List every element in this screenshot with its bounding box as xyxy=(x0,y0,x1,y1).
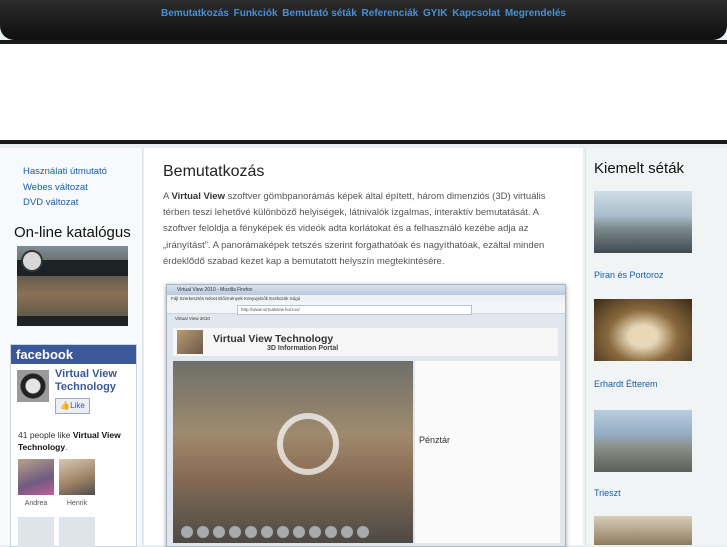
featured-walk-thumbnail[interactable] xyxy=(594,299,692,361)
facebook-like-box: facebook Virtual View Technology 👍Like 4… xyxy=(10,344,137,547)
screenshot-side-panel: Pénztár xyxy=(415,361,560,543)
panorama-controls xyxy=(181,525,406,539)
featured-walk-link[interactable]: Trieszt xyxy=(594,488,621,498)
catalog-image[interactable] xyxy=(17,246,128,326)
fan-avatar-placeholder[interactable] xyxy=(59,517,95,547)
featured-walk-link[interactable]: Piran és Portoroz xyxy=(594,270,664,280)
screenshot-window-title: Virtual View 2010 - Mozilla Firefox xyxy=(167,285,565,295)
nav-item-funkciok[interactable]: Funkciók xyxy=(234,8,278,19)
facebook-like-button[interactable]: 👍Like xyxy=(55,398,90,414)
screenshot-brand-title: Virtual View Technology xyxy=(213,333,334,345)
facebook-page-name[interactable]: Virtual View Technology xyxy=(55,368,133,394)
facebook-like-count: 41 people like Virtual View Technology. xyxy=(18,429,133,453)
screenshot-panorama xyxy=(173,361,413,543)
fan-name[interactable]: Andrea xyxy=(16,500,56,507)
catalog-title: On-line katalógus xyxy=(14,224,131,241)
intro-brand: Virtual View xyxy=(171,191,225,202)
fan-avatar[interactable] xyxy=(18,459,54,495)
screenshot-brand-sub: 3D Information Portal xyxy=(267,345,339,352)
catalog-logo-icon xyxy=(21,250,43,272)
like-label: Like xyxy=(70,401,85,410)
facebook-logo[interactable]: facebook xyxy=(11,345,136,364)
nav-item-bemutatkozas[interactable]: Bemutatkozás xyxy=(161,8,229,19)
like-count-suffix: . xyxy=(65,442,68,452)
left-sidebar: Használati útmutató Webes változat DVD v… xyxy=(0,148,143,547)
link-web-version[interactable]: Webes változat xyxy=(23,180,107,196)
nav-item-gyik[interactable]: GYIK xyxy=(423,8,447,19)
fan-avatar-placeholder[interactable] xyxy=(18,517,54,547)
screenshot-menu: Fájl Szerkesztés Nézet Előzmények Könyvj… xyxy=(167,295,565,302)
screenshot-tab: Virtual View 2010 xyxy=(167,314,565,323)
fan-name[interactable]: Henrik xyxy=(57,500,97,507)
featured-walk-thumbnail[interactable] xyxy=(594,191,692,253)
nav-item-kapcsolat[interactable]: Kapcsolat xyxy=(452,8,500,19)
intro-paragraph: A Virtual View szoftver gömbpanorámás ké… xyxy=(163,189,573,270)
screenshot-side-heading: Pénztár xyxy=(419,435,451,445)
nav-item-megrendeles[interactable]: Megrendelés xyxy=(505,8,566,19)
screenshot-header: Virtual View Technology 3D Information P… xyxy=(173,328,558,356)
header-banner xyxy=(0,40,727,144)
info-icon xyxy=(277,413,339,475)
featured-walk-thumbnail[interactable] xyxy=(594,516,692,545)
main-content: Bemutatkozás A Virtual View szoftver göm… xyxy=(144,148,583,547)
featured-walk-thumbnail[interactable] xyxy=(594,410,692,472)
link-usage-guide[interactable]: Használati útmutató xyxy=(23,164,107,180)
intro-text-body: szoftver gömbpanorámás képek által építe… xyxy=(163,191,546,267)
screenshot-logo-icon xyxy=(177,330,203,354)
screenshot-url-bar: http://www.virtualview.hu/zoo/ xyxy=(167,302,565,315)
top-navigation-bar xyxy=(0,0,727,40)
fan-avatar[interactable] xyxy=(59,459,95,495)
right-sidebar: Kiemelt séták Piran és Portoroz Erhardt … xyxy=(585,148,727,545)
page-avatar[interactable] xyxy=(17,370,49,402)
main-nav: Bemutatkozás Funkciók Bemutató séták Ref… xyxy=(0,8,727,19)
left-links: Használati útmutató Webes változat DVD v… xyxy=(23,164,107,211)
featured-walks-title: Kiemelt séták xyxy=(594,160,685,177)
like-count-text: 41 people like xyxy=(18,430,71,440)
nav-item-referenciak[interactable]: Referenciák xyxy=(362,8,419,19)
nav-item-bemutato-setak[interactable]: Bemutató séták xyxy=(282,8,356,19)
featured-walk-link[interactable]: Erhardt Étterem xyxy=(594,379,658,389)
page-title: Bemutatkozás xyxy=(163,163,265,180)
link-dvd-version[interactable]: DVD változat xyxy=(23,195,107,211)
screenshot-url: http://www.virtualview.hu/zoo/ xyxy=(237,305,472,315)
browser-screenshot-image: Virtual View 2010 - Mozilla Firefox Fájl… xyxy=(166,284,566,547)
catalog-image-caption xyxy=(17,316,128,326)
thumbs-up-icon: 👍 xyxy=(60,401,71,410)
